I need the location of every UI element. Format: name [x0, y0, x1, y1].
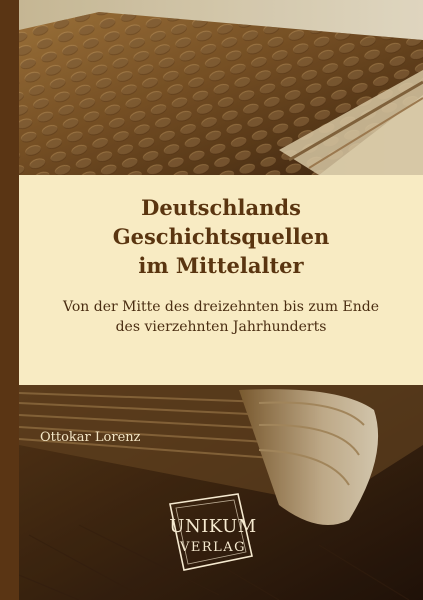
publisher-logo-line1: UNIKUM [169, 516, 257, 537]
book-subtitle-line: des vierzehnten Jahrhunderts [115, 319, 327, 335]
book-subtitle-line: Von der Mitte des dreizehnten bis zum En… [63, 299, 379, 315]
book-title-line: im Mittelalter [138, 253, 304, 278]
author-name: Ottokar Lorenz [40, 430, 141, 445]
title-band: Deutschlands Geschichtsquellen im Mittel… [19, 175, 423, 385]
book-title: Deutschlands Geschichtsquellen im Mittel… [19, 193, 423, 280]
publisher-logo-line2: VERLAG [179, 540, 247, 555]
cover-spine-strip [0, 0, 19, 600]
cover-photo-leather-book [19, 0, 423, 175]
book-title-line: Deutschlands [141, 195, 301, 220]
publisher-logo: UNIKUM VERLAG [168, 490, 258, 576]
book-subtitle: Von der Mitte des dreizehnten bis zum En… [39, 297, 403, 337]
book-title-line: Geschichtsquellen [112, 224, 330, 249]
